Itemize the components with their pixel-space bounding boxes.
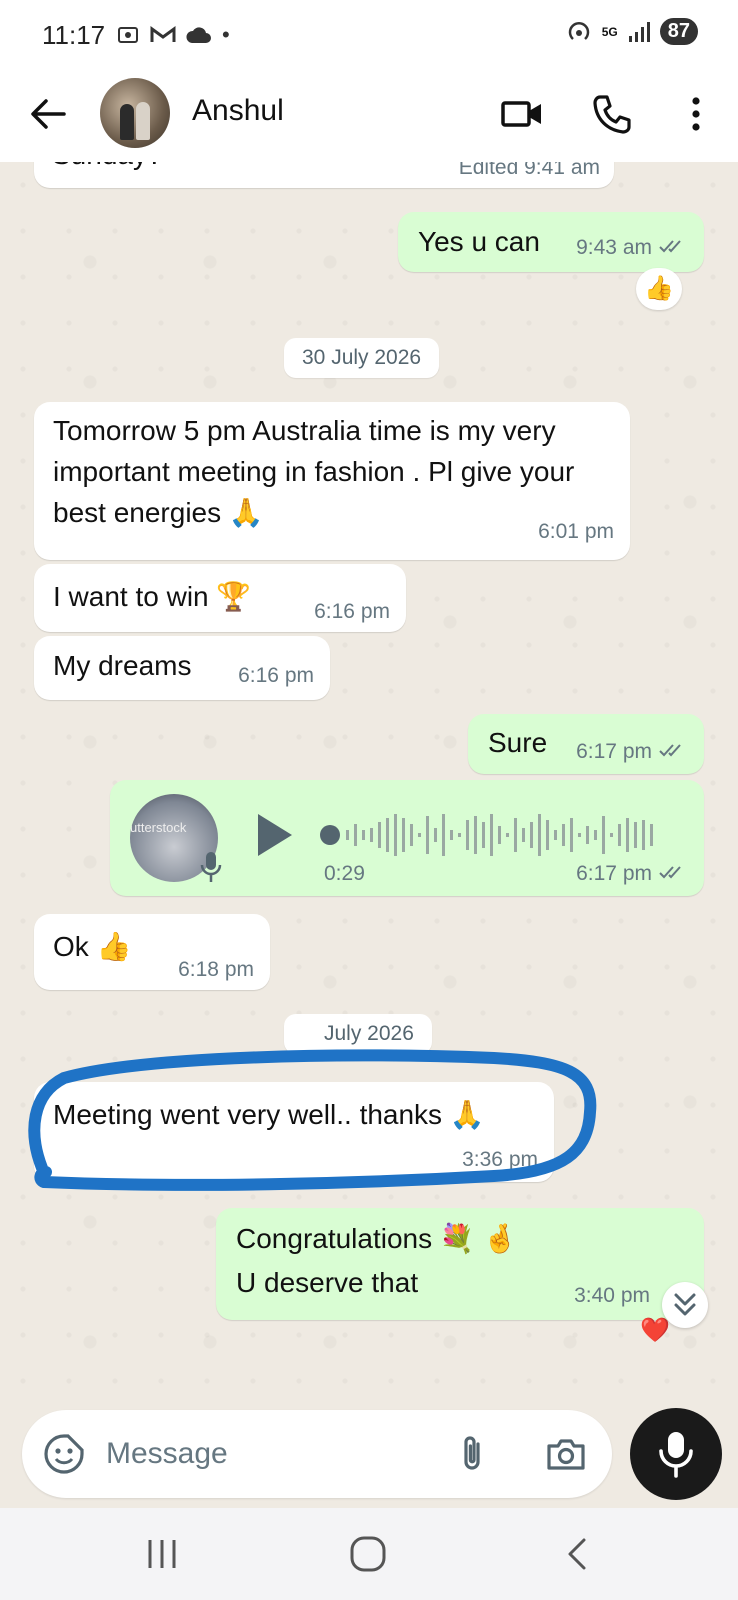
message-incoming[interactable]: Ok 👍 6:18 pm <box>34 914 270 990</box>
message-time: 6:16 pm <box>314 600 390 623</box>
message-time: 9:43 am <box>576 236 652 259</box>
read-ticks-icon <box>659 744 681 757</box>
date-separator: 30 July 2026 <box>284 338 440 378</box>
message-time: 3:36 pm <box>462 1148 538 1171</box>
mic-badge-icon <box>200 852 222 882</box>
message-time: 6:01 pm <box>538 520 614 543</box>
back-nav-icon[interactable] <box>556 1534 600 1574</box>
back-arrow-icon[interactable] <box>26 92 70 136</box>
message-incoming[interactable]: Meeting went very well.. thanks 🙏 3:36 p… <box>34 1082 554 1182</box>
sticker-emoji-icon[interactable] <box>42 1432 86 1476</box>
message-composer <box>22 1410 612 1498</box>
network-type: 5G <box>601 24 618 39</box>
date-separator: July 2026 <box>284 1014 432 1054</box>
recent-apps-icon[interactable] <box>140 1534 184 1574</box>
status-time: 11:17 <box>42 20 106 50</box>
message-time: 6:18 pm <box>178 958 254 981</box>
message-outgoing[interactable]: Congratulations 💐 🤞 U deserve that 3:40 … <box>216 1208 704 1320</box>
audio-waveform[interactable] <box>320 810 670 860</box>
double-chevron-down-icon <box>674 1293 696 1316</box>
signal-icon <box>628 21 650 42</box>
system-nav-bar <box>0 1508 738 1600</box>
video-call-icon[interactable] <box>500 92 544 136</box>
voice-record-button[interactable] <box>630 1408 722 1500</box>
message-time: 6:16 pm <box>238 664 314 687</box>
voice-call-icon[interactable] <box>590 92 634 136</box>
reaction-badge[interactable]: 👍 <box>636 268 682 310</box>
notification-dot: • <box>222 22 230 47</box>
cloud-icon <box>186 27 211 43</box>
voice-duration: 0:29 <box>324 862 365 885</box>
more-options-icon[interactable] <box>674 92 718 136</box>
battery-level: 87 <box>659 18 698 45</box>
message-incoming[interactable]: Tomorrow 5 pm Australia time is my very … <box>34 402 630 560</box>
gmail-icon <box>150 26 176 42</box>
voice-message[interactable]: utterstock 0:29 6:17 pm <box>110 780 704 896</box>
chat-header: Anshul <box>0 70 738 162</box>
microphone-icon <box>659 1432 693 1478</box>
screenshot-icon <box>118 27 138 43</box>
scroll-to-bottom-button[interactable] <box>662 1282 708 1328</box>
hotspot-icon <box>568 21 589 40</box>
read-ticks-icon <box>659 240 681 253</box>
message-meta: Edited 9:41 am <box>458 162 600 179</box>
message-time: 6:17 pm <box>576 740 652 763</box>
home-icon[interactable] <box>346 1534 390 1574</box>
status-bar: 11:17 • 5G 87 <box>0 0 738 70</box>
read-ticks-icon <box>659 866 681 879</box>
message-time: 6:17 pm <box>576 862 652 885</box>
attachment-icon[interactable] <box>452 1432 496 1476</box>
message-input[interactable] <box>106 1430 436 1478</box>
play-button[interactable] <box>258 814 292 856</box>
message-time: 3:40 pm <box>574 1284 650 1307</box>
message-incoming[interactable]: Sunday? Edited 9:41 am <box>34 162 614 188</box>
message-incoming[interactable]: I want to win 🏆 6:16 pm <box>34 564 406 632</box>
camera-icon[interactable] <box>544 1432 588 1476</box>
chat-area[interactable]: Sunday? Edited 9:41 am Yes u can 9:43 am… <box>0 162 738 1394</box>
message-outgoing[interactable]: Yes u can 9:43 am <box>398 212 704 272</box>
message-incoming[interactable]: My dreams 6:16 pm <box>34 636 330 700</box>
message-outgoing[interactable]: Sure 6:17 pm <box>468 714 704 774</box>
avatar[interactable] <box>100 78 170 148</box>
contact-name[interactable]: Anshul <box>192 94 284 128</box>
